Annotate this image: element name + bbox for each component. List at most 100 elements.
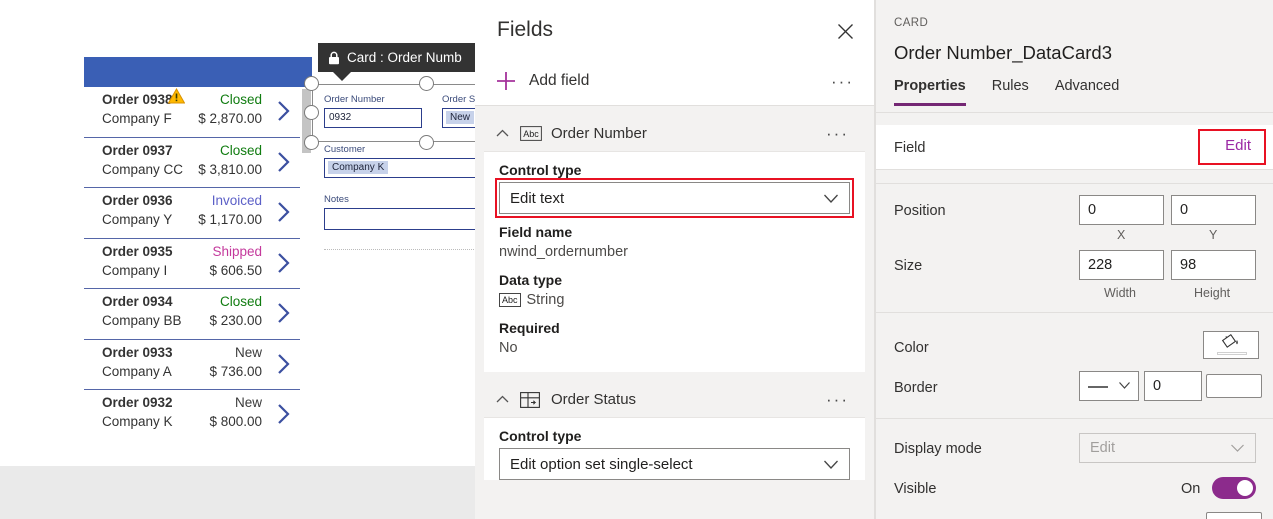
resize-handle-top-left[interactable]: [304, 76, 319, 91]
tab-rules[interactable]: Rules: [992, 78, 1029, 106]
order-id: Order 0935: [102, 243, 173, 259]
position-label: Position: [894, 203, 946, 219]
field-section-more-icon[interactable]: ···: [826, 390, 849, 410]
gallery-row[interactable]: Order 0935 Company I Shipped $ 606.50: [84, 238, 300, 289]
size-width-input[interactable]: 228: [1079, 250, 1164, 280]
gallery-row[interactable]: Order 0932 Company K New $ 800.00: [84, 390, 300, 441]
field-edit-button[interactable]: Edit: [1217, 134, 1259, 157]
size-label: Size: [894, 258, 923, 274]
orders-gallery[interactable]: Order 0938 Company F Closed $ 2,870.00 O…: [84, 87, 300, 442]
option-set-icon: [520, 391, 542, 408]
required-label: Required: [499, 320, 560, 336]
warning-icon: [167, 87, 186, 104]
control-type-value: Edit text: [510, 189, 565, 207]
control-type-select[interactable]: Edit text: [495, 178, 854, 218]
required-value: No: [499, 340, 518, 356]
size-height-input[interactable]: 98: [1171, 250, 1256, 280]
order-id: Order 0937: [102, 142, 173, 158]
properties-panel: CARD Order Number_DataCard3 Properties R…: [875, 0, 1273, 519]
chevron-right-icon[interactable]: [277, 302, 290, 324]
customer-label: Customer: [324, 144, 366, 155]
chevron-right-icon[interactable]: [277, 252, 290, 274]
color-label: Color: [894, 340, 929, 356]
order-amount: $ 800.00: [209, 414, 262, 429]
color-picker-button[interactable]: [1203, 331, 1259, 359]
field-row-label: Field: [894, 140, 926, 156]
add-field-more-icon[interactable]: ···: [831, 72, 854, 92]
display-mode-select[interactable]: Edit: [1079, 433, 1256, 463]
order-status: Closed: [219, 92, 262, 107]
tabs-divider: [876, 112, 1273, 113]
resize-handle-top-center[interactable]: [419, 76, 434, 91]
next-color-swatch[interactable]: [1206, 512, 1262, 519]
gallery-row[interactable]: Order 0937 Company CC Closed $ 3,810.00: [84, 137, 300, 188]
field-name-value: nwind_ordernumber: [499, 244, 628, 260]
chevron-right-icon[interactable]: [277, 151, 290, 173]
visible-toggle[interactable]: [1212, 477, 1256, 499]
app-header-title: Northwind Or: [118, 27, 229, 46]
border-label: Border: [894, 380, 938, 396]
control-type-select[interactable]: Edit option set single-select: [499, 448, 850, 480]
position-x-input[interactable]: 0: [1079, 195, 1164, 225]
chevron-right-icon[interactable]: [277, 100, 290, 122]
tab-properties[interactable]: Properties: [894, 78, 966, 106]
chevron-right-icon[interactable]: [277, 403, 290, 425]
company-name: Company CC: [102, 161, 184, 177]
app-preview: Order 0938 Company F Closed $ 2,870.00 O…: [84, 57, 312, 442]
visible-label: Visible: [894, 481, 937, 497]
field-section-header[interactable]: Abc Order Number ···: [484, 116, 865, 152]
fields-panel: Fields Add field ··· Abc Order Number ··…: [475, 0, 875, 519]
company-name: Company A: [102, 363, 172, 379]
properties-tabs: Properties Rules Advanced: [894, 78, 1119, 106]
chevron-up-icon[interactable]: [495, 392, 510, 407]
field-section-more-icon[interactable]: ···: [826, 124, 849, 144]
control-type-value: Edit option set single-select: [510, 455, 693, 473]
resize-handle-middle-left[interactable]: [304, 105, 319, 120]
order-amount: $ 3,810.00: [198, 161, 262, 177]
position-y-input[interactable]: 0: [1171, 195, 1256, 225]
card-tooltip: Card : Order Numb: [318, 43, 475, 72]
border-style-select[interactable]: [1079, 371, 1139, 401]
order-amount: $ 606.50: [209, 262, 262, 278]
chevron-right-icon[interactable]: [277, 201, 290, 223]
gallery-row[interactable]: Order 0933 Company A New $ 736.00: [84, 339, 300, 390]
resize-handle-bottom-center[interactable]: [419, 135, 434, 150]
field-section-order-status: Order Status ··· Control type Edit optio…: [484, 382, 865, 480]
company-name: Company K: [102, 414, 173, 429]
add-field-row[interactable]: Add field ···: [475, 60, 874, 106]
gallery-row[interactable]: Order 0938 Company F Closed $ 2,870.00: [84, 87, 300, 138]
resize-handle-bottom-left[interactable]: [304, 135, 319, 150]
field-section-header[interactable]: Order Status ···: [484, 382, 865, 418]
order-amount: $ 736.00: [209, 363, 262, 379]
position-x-caption: X: [1117, 228, 1126, 242]
close-icon[interactable]: [832, 18, 858, 44]
order-amount: $ 1,170.00: [198, 212, 262, 227]
border-thickness-input[interactable]: 0: [1144, 371, 1202, 401]
tab-advanced[interactable]: Advanced: [1055, 78, 1120, 106]
chevron-up-icon[interactable]: [495, 126, 510, 141]
field-section-body: Control type Edit text Field name nwind_…: [484, 152, 865, 372]
field-name-label: Field name: [499, 224, 573, 240]
field-section-title: Order Status: [551, 391, 637, 408]
lock-icon: [328, 51, 340, 65]
order-status: Closed: [219, 142, 262, 158]
display-mode-value: Edit: [1090, 440, 1115, 456]
abc-badge-icon: Abc: [499, 293, 521, 307]
toggle-knob: [1237, 480, 1253, 496]
control-type-label: Control type: [499, 428, 582, 444]
data-type-label: Data type: [499, 272, 563, 288]
solid-line-icon: [1087, 377, 1109, 395]
field-section-order-number: Abc Order Number ··· Control type Edit t…: [484, 116, 865, 372]
order-status: Closed: [219, 294, 262, 309]
control-name-title: Order Number_DataCard3: [894, 42, 1112, 63]
chevron-down-icon: [823, 192, 839, 210]
data-type-value: String: [526, 292, 565, 308]
order-status: Shipped: [212, 243, 262, 259]
border-color-swatch[interactable]: [1206, 374, 1262, 398]
chevron-right-icon[interactable]: [277, 353, 290, 375]
gallery-row[interactable]: Order 0934 Company BB Closed $ 230.00: [84, 289, 300, 340]
size-height-caption: Height: [1194, 286, 1231, 300]
svg-text:Abc: Abc: [523, 129, 539, 139]
notes-label: Notes: [324, 194, 349, 205]
gallery-row[interactable]: Order 0936 Company Y Invoiced $ 1,170.00: [84, 188, 300, 239]
